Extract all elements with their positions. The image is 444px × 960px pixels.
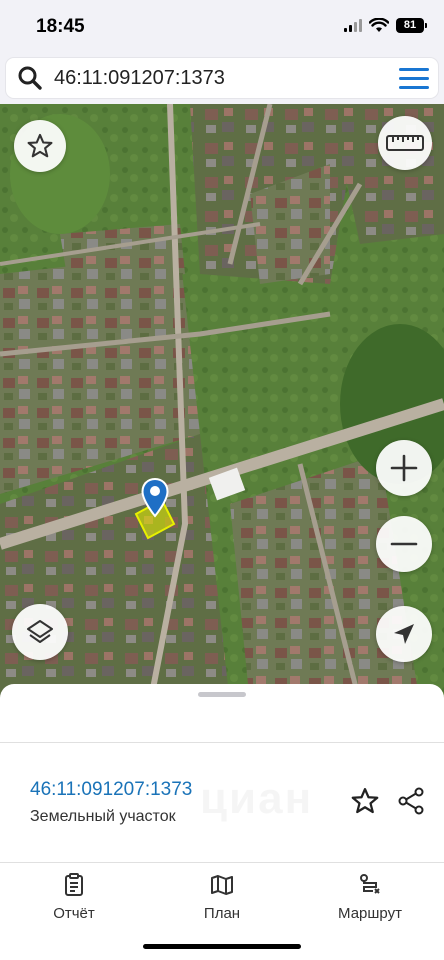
layers-icon[interactable] <box>12 604 68 660</box>
favorite-star-icon[interactable] <box>350 786 380 821</box>
favorite-icon[interactable] <box>14 120 66 172</box>
cellular-signal-icon <box>344 19 362 32</box>
location-pin-icon[interactable] <box>141 478 169 518</box>
parcel-number-link[interactable]: 46:11:091207:1373 <box>30 779 192 801</box>
battery-icon: 81 <box>396 18 427 33</box>
tab-route[interactable]: Маршрут <box>310 873 430 922</box>
parcel-info-sheet[interactable]: циан 46:11:091207:1373 Земельный участок <box>0 684 444 862</box>
menu-icon[interactable] <box>390 67 438 89</box>
map-plan-icon <box>211 875 233 895</box>
share-icon[interactable] <box>396 786 426 821</box>
satellite-imagery <box>0 104 444 704</box>
search-input[interactable]: 46:11:091207:1373 <box>54 67 390 90</box>
parcel-type-label: Земельный участок <box>30 808 176 825</box>
divider <box>0 742 444 743</box>
search-icon[interactable] <box>6 65 54 91</box>
satellite-map[interactable] <box>0 104 444 704</box>
tab-route-label: Маршрут <box>338 905 402 922</box>
sheet-grabber[interactable] <box>198 692 246 697</box>
tab-report-label: Отчёт <box>53 905 95 922</box>
status-icons: 81 <box>344 18 427 33</box>
wifi-icon <box>369 18 389 32</box>
ruler-icon[interactable] <box>378 116 432 170</box>
zoom-out-icon[interactable] <box>376 516 432 572</box>
status-bar: 18:45 81 <box>0 0 444 54</box>
watermark-logo: циан <box>200 774 313 824</box>
report-icon <box>65 873 83 896</box>
status-time: 18:45 <box>36 16 85 37</box>
locate-icon[interactable] <box>376 606 432 662</box>
search-bar[interactable]: 46:11:091207:1373 <box>6 58 438 98</box>
route-icon <box>360 874 380 894</box>
home-indicator <box>143 944 301 949</box>
tab-plan[interactable]: План <box>162 873 282 922</box>
zoom-in-icon[interactable] <box>376 440 432 496</box>
tab-report[interactable]: Отчёт <box>14 873 134 922</box>
tab-plan-label: План <box>203 905 241 922</box>
